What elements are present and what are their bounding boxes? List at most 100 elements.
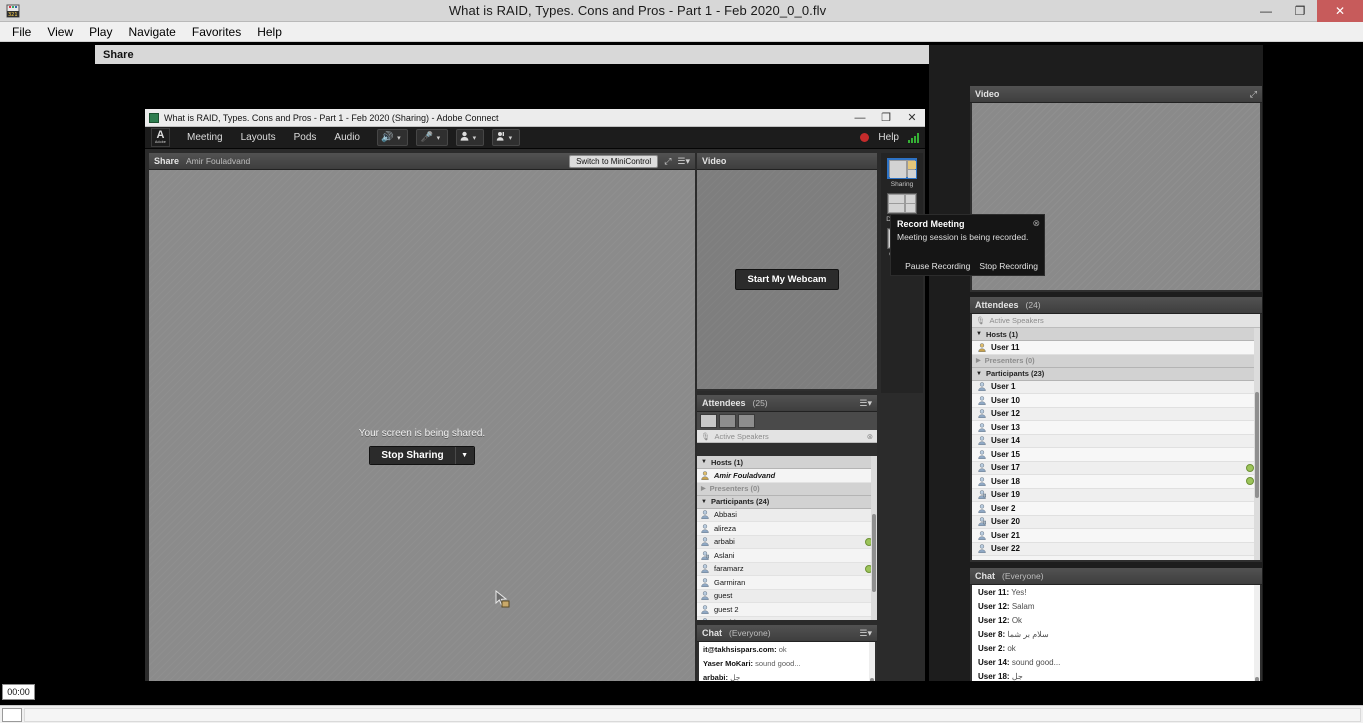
- player-seek-area[interactable]: 00:00: [0, 681, 1363, 705]
- attendee-row[interactable]: arbabi: [697, 535, 877, 549]
- connect-menu-pods[interactable]: Pods: [285, 132, 326, 143]
- microphone-toggle[interactable]: 🎤 ▾: [416, 129, 448, 146]
- chevron-down-icon[interactable]: ▼: [976, 371, 982, 377]
- scroll-thumb[interactable]: [872, 514, 876, 592]
- attendee-avatar-icon: [701, 605, 709, 614]
- attendee-row[interactable]: Amir Fouladvand: [697, 469, 877, 483]
- microphone-dropdown-icon[interactable]: ▾: [433, 134, 444, 142]
- close-button[interactable]: ✕: [1317, 0, 1363, 22]
- attendee-avatar-icon: [701, 578, 709, 587]
- pod-menu-icon[interactable]: ☰▾: [859, 628, 872, 639]
- attendee-avatar-icon: [978, 382, 986, 392]
- connect-menu-audio[interactable]: Audio: [325, 132, 369, 143]
- attendee-row[interactable]: User 11: [972, 341, 1260, 355]
- connect-menu-layouts[interactable]: Layouts: [232, 132, 285, 143]
- attendee-row[interactable]: guest 2: [697, 603, 877, 617]
- status-view-icon[interactable]: [738, 414, 755, 428]
- maximize-button[interactable]: ❐: [1283, 0, 1317, 22]
- stop-recording-button[interactable]: Stop Recording: [979, 261, 1038, 271]
- attendee-row[interactable]: User 2: [972, 502, 1260, 516]
- stop-sharing-button[interactable]: Stop Sharing: [370, 447, 455, 464]
- chat-text: سلام بر شما: [1007, 629, 1049, 639]
- stop-sharing-control[interactable]: Stop Sharing ▼: [369, 446, 475, 465]
- attendee-row[interactable]: User 10: [972, 394, 1260, 408]
- connect-menu-meeting[interactable]: Meeting: [178, 132, 232, 143]
- speaker-icon: 🔊: [380, 131, 394, 143]
- attendee-row[interactable]: User 1: [972, 380, 1260, 394]
- attendee-name: User 14: [991, 436, 1020, 446]
- menu-play[interactable]: Play: [81, 23, 120, 41]
- attendee-row[interactable]: Hamid: [697, 616, 877, 620]
- layout-item-sharing[interactable]: Sharing: [881, 153, 923, 188]
- stop-sharing-dropdown-icon[interactable]: ▼: [454, 447, 474, 464]
- attendee-group-header[interactable]: ▼ Hosts (1): [972, 328, 1260, 341]
- attendee-row[interactable]: guest: [697, 589, 877, 603]
- attendee-row[interactable]: Aslani: [697, 549, 877, 563]
- attendee-row[interactable]: User 12: [972, 407, 1260, 421]
- attendee-group-header[interactable]: ▶ Presenters (0): [972, 354, 1260, 368]
- start-my-webcam-button[interactable]: Start My Webcam: [735, 269, 839, 290]
- attendee-row[interactable]: User 21: [972, 529, 1260, 543]
- pod-menu-icon[interactable]: ☰▾: [677, 156, 690, 167]
- attendee-row[interactable]: User 20: [972, 515, 1260, 529]
- pause-recording-button[interactable]: Pause Recording: [905, 261, 970, 271]
- speaker-dropdown-icon[interactable]: ▾: [393, 134, 404, 142]
- inner-attendees-list[interactable]: ▼ Hosts (1) Amir Fouladvand ▶ Presenters (0)…: [697, 456, 877, 620]
- connect-help-link[interactable]: Help: [869, 132, 908, 143]
- attendee-row[interactable]: Garmiran: [697, 576, 877, 590]
- camera-toggle[interactable]: ▾: [455, 129, 484, 146]
- connect-restore-button[interactable]: ❐: [873, 109, 899, 127]
- camera-icon: [460, 131, 469, 144]
- attendee-row[interactable]: User 14: [972, 434, 1260, 448]
- raise-hand-toggle[interactable]: ▾: [491, 129, 520, 146]
- attendee-row[interactable]: User 13: [972, 421, 1260, 435]
- video-surface[interactable]: Share What is RAID, Types. Cons and Pros…: [0, 42, 1363, 723]
- outer-attendees-scrollbar[interactable]: [1254, 328, 1260, 560]
- raise-hand-dropdown-icon[interactable]: ▾: [505, 134, 516, 142]
- attendee-row[interactable]: alireza: [697, 522, 877, 536]
- list-view-icon[interactable]: [700, 414, 717, 428]
- clear-icon[interactable]: ⊗: [867, 432, 873, 441]
- switch-to-minicontrol-button[interactable]: Switch to MiniControl: [569, 154, 659, 168]
- menu-favorites[interactable]: Favorites: [184, 23, 249, 41]
- attendee-row[interactable]: User 15: [972, 448, 1260, 462]
- outer-attendees-list[interactable]: ▼ Hosts (1) User 11 ▶ Presenters (0) ▼ Partici…: [972, 328, 1260, 560]
- speaker-toggle[interactable]: 🔊 ▾: [376, 129, 409, 146]
- pod-menu-icon[interactable]: ☰▾: [859, 398, 872, 409]
- fullscreen-icon[interactable]: ⤢: [1250, 89, 1257, 100]
- chevron-down-icon[interactable]: ▼: [976, 331, 982, 337]
- attendee-group-header[interactable]: ▶ Presenters (0): [697, 482, 877, 496]
- layout-thumb-sharing: [887, 158, 917, 179]
- attendee-row[interactable]: User 19: [972, 488, 1260, 502]
- minimize-button[interactable]: —: [1249, 0, 1283, 22]
- fullscreen-icon[interactable]: ⤢: [664, 156, 671, 167]
- attendee-row[interactable]: Abbasi: [697, 508, 877, 522]
- chevron-down-icon[interactable]: ▼: [701, 459, 707, 465]
- chat-author: User 8:: [978, 629, 1006, 639]
- attendee-row[interactable]: faramarz: [697, 562, 877, 576]
- attendee-group-header[interactable]: ▼ Participants (23): [972, 367, 1260, 381]
- attendee-name: guest 2: [714, 604, 739, 614]
- attendee-row[interactable]: User 22: [972, 542, 1260, 556]
- attendee-row[interactable]: User 17: [972, 461, 1260, 475]
- grid-view-icon[interactable]: [719, 414, 736, 428]
- attendee-row[interactable]: User 18: [972, 475, 1260, 489]
- inner-chat-scope: (Everyone): [729, 628, 771, 638]
- attendee-group-header[interactable]: ▼ Hosts (1): [697, 456, 877, 469]
- attendee-name: Amir Fouladvand: [714, 470, 776, 480]
- connect-minimize-button[interactable]: —: [847, 109, 873, 127]
- connect-close-button[interactable]: ✕: [899, 109, 925, 127]
- menu-help[interactable]: Help: [249, 23, 290, 41]
- close-icon[interactable]: ⊗: [1032, 218, 1040, 229]
- menu-view[interactable]: View: [39, 23, 81, 41]
- attendee-group-header[interactable]: ▼ Participants (24): [697, 495, 877, 509]
- chevron-right-icon[interactable]: ▶: [976, 357, 981, 364]
- menu-file[interactable]: File: [4, 23, 39, 41]
- camera-dropdown-icon[interactable]: ▾: [469, 134, 480, 142]
- inner-attendees-scrollbar[interactable]: [871, 456, 877, 620]
- menu-navigate[interactable]: Navigate: [120, 23, 183, 41]
- chevron-down-icon[interactable]: ▼: [701, 499, 707, 505]
- microphone-icon: 🎙: [976, 316, 986, 325]
- scroll-thumb[interactable]: [1255, 392, 1259, 498]
- chevron-right-icon[interactable]: ▶: [701, 485, 706, 492]
